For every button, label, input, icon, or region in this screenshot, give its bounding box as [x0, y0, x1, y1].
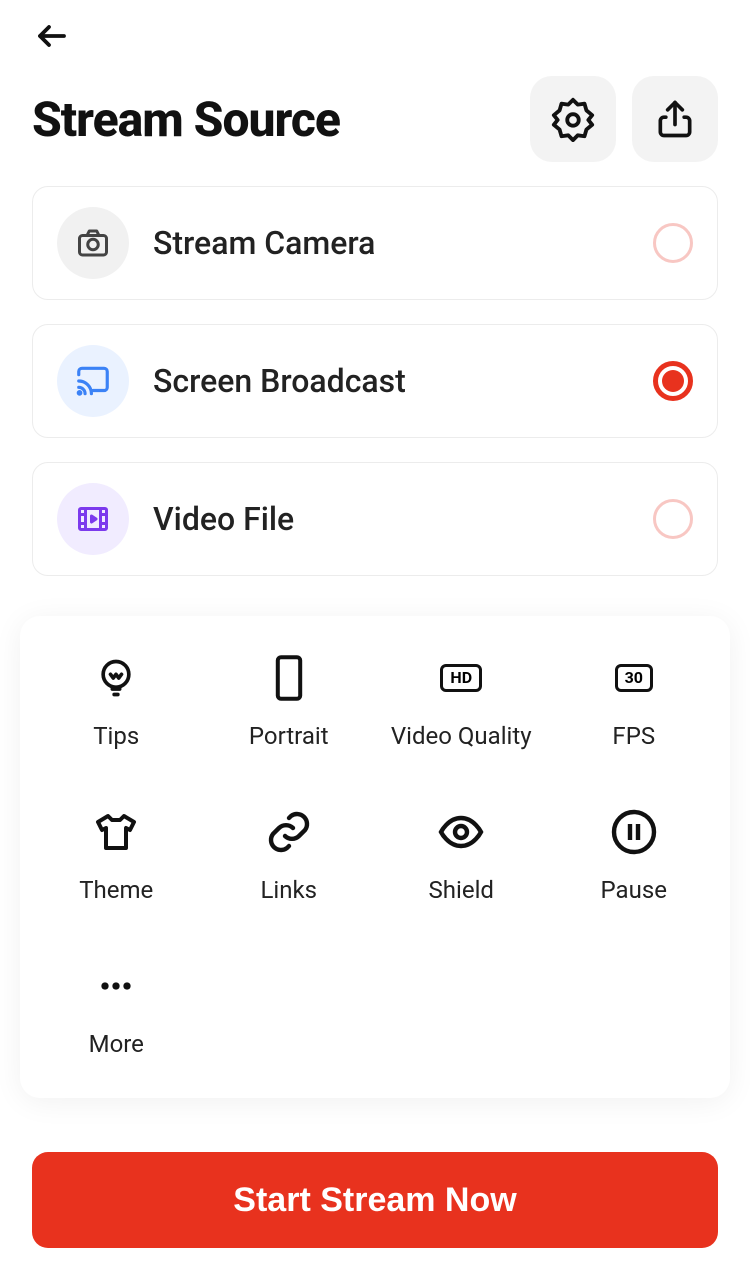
source-label: Stream Camera	[153, 224, 629, 262]
tshirt-icon	[90, 806, 142, 858]
more-icon	[90, 960, 142, 1012]
option-label: More	[89, 1030, 144, 1058]
pause-icon	[608, 806, 660, 858]
option-pause[interactable]: Pause	[548, 806, 721, 904]
source-video-file[interactable]: Video File	[32, 462, 718, 576]
fps-badge: 30	[615, 664, 653, 692]
gear-icon	[550, 96, 596, 142]
eye-icon	[435, 806, 487, 858]
option-label: Pause	[601, 876, 667, 904]
option-video-quality[interactable]: HD Video Quality	[375, 652, 548, 750]
option-label: Video Quality	[391, 722, 532, 750]
option-tips[interactable]: Tips	[30, 652, 203, 750]
source-list: Stream Camera Screen Broadcast Video Fil…	[0, 186, 750, 576]
option-links[interactable]: Links	[203, 806, 376, 904]
source-label: Screen Broadcast	[153, 362, 629, 400]
hd-icon: HD	[435, 652, 487, 704]
option-shield[interactable]: Shield	[375, 806, 548, 904]
option-label: Tips	[93, 722, 139, 750]
cast-icon	[57, 345, 129, 417]
options-panel: Tips Portrait HD Video Quality 30 FPS Th…	[20, 616, 730, 1098]
header-actions	[530, 76, 718, 162]
page-title: Stream Source	[32, 91, 340, 148]
radio-unselected[interactable]	[653, 499, 693, 539]
hd-badge: HD	[440, 664, 482, 692]
option-theme[interactable]: Theme	[30, 806, 203, 904]
option-fps[interactable]: 30 FPS	[548, 652, 721, 750]
source-stream-camera[interactable]: Stream Camera	[32, 186, 718, 300]
option-label: Shield	[429, 876, 494, 904]
fps-icon: 30	[608, 652, 660, 704]
source-label: Video File	[153, 500, 629, 538]
source-screen-broadcast[interactable]: Screen Broadcast	[32, 324, 718, 438]
lightbulb-icon	[90, 652, 142, 704]
start-stream-button[interactable]: Start Stream Now	[32, 1152, 718, 1248]
video-file-icon	[57, 483, 129, 555]
link-icon	[263, 806, 315, 858]
option-more[interactable]: More	[30, 960, 203, 1058]
share-button[interactable]	[632, 76, 718, 162]
option-label: Portrait	[249, 722, 329, 750]
option-label: FPS	[612, 722, 655, 750]
settings-button[interactable]	[530, 76, 616, 162]
portrait-icon	[263, 652, 315, 704]
radio-selected[interactable]	[653, 361, 693, 401]
camera-icon	[57, 207, 129, 279]
radio-unselected[interactable]	[653, 223, 693, 263]
start-stream-label: Start Stream Now	[233, 1181, 516, 1220]
option-label: Links	[260, 876, 317, 904]
share-icon	[653, 97, 697, 141]
back-button[interactable]	[32, 16, 72, 56]
back-arrow-icon	[34, 18, 70, 54]
option-portrait[interactable]: Portrait	[203, 652, 376, 750]
option-label: Theme	[79, 876, 153, 904]
